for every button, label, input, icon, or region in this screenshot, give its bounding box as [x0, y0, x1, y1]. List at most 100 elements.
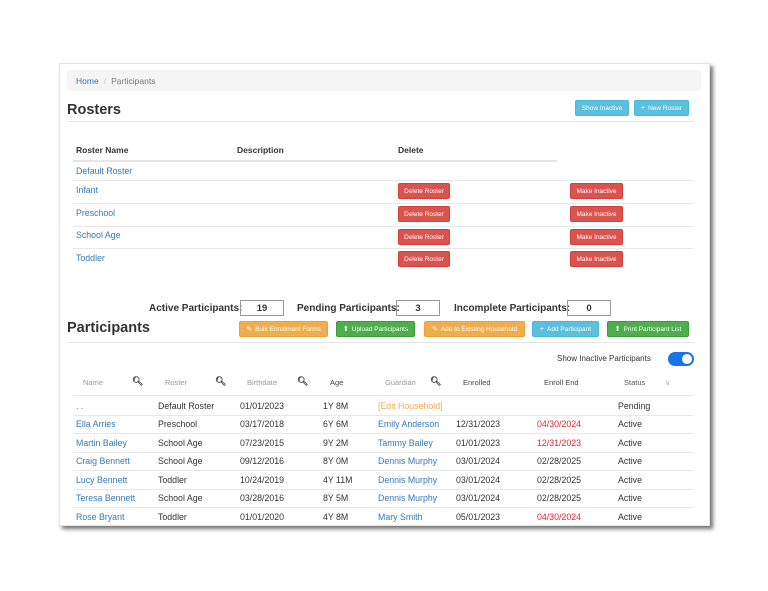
participant-status: Active: [618, 456, 642, 466]
participant-age: 4Y 11M: [323, 475, 353, 485]
participant-roster: Preschool: [158, 419, 198, 429]
participant-birthdate: 10/24/2019: [240, 475, 285, 485]
row-divider: [73, 470, 694, 471]
name-search-icon[interactable]: 🔍︎: [132, 376, 143, 387]
roster-link[interactable]: Default Roster: [76, 166, 132, 176]
make-inactive-button[interactable]: Make Inactive: [570, 206, 623, 222]
participant-status: Active: [618, 419, 642, 429]
roster-link[interactable]: Toddler: [76, 253, 105, 263]
guardian-search-icon[interactable]: 🔍︎: [430, 376, 441, 387]
make-inactive-button[interactable]: Make Inactive: [570, 183, 623, 199]
guardian-link[interactable]: Emily Anderson: [378, 419, 439, 429]
active-participants-label: Active Participants:: [149, 303, 243, 314]
participant-status: Pending: [618, 401, 651, 411]
participant-name-link[interactable]: Lucy Bennett: [76, 475, 127, 485]
bulk-enrollment-forms-button[interactable]: ✎ Bulk Enrollment Forms: [239, 321, 328, 337]
make-inactive-label: Make Inactive: [576, 210, 617, 218]
enroll-end-column-header[interactable]: Enroll End: [544, 378, 579, 387]
row-divider: [73, 452, 694, 453]
participant-name-link[interactable]: Teresa Bennett: [76, 493, 135, 503]
row-divider: [73, 226, 694, 227]
guardian-link[interactable]: Dennis Murphy: [378, 456, 437, 466]
roster-link[interactable]: Preschool: [76, 208, 115, 218]
participant-status: Active: [618, 512, 642, 522]
roster-link[interactable]: School Age: [76, 230, 121, 240]
participant-age: 6Y 6M: [323, 419, 349, 429]
participant-enrolled: 01/01/2023: [456, 438, 501, 448]
make-inactive-label: Make Inactive: [576, 187, 617, 195]
print-icon: ⬆: [614, 326, 621, 333]
row-divider: [73, 489, 694, 490]
roster-search-icon[interactable]: 🔍︎: [215, 376, 226, 387]
rosters-title: Rosters: [67, 102, 121, 118]
bulk-enrollment-label: Bulk Enrollment Forms: [255, 325, 321, 333]
incomplete-participants-label: Incomplete Participants:: [454, 303, 571, 314]
guardian-link[interactable]: Dennis Murphy: [378, 493, 437, 503]
roster-column-header[interactable]: Roster: [165, 378, 187, 387]
make-inactive-button[interactable]: Make Inactive: [570, 229, 623, 245]
upload-participants-button[interactable]: ⬆ Upload Participants: [336, 321, 415, 337]
make-inactive-label: Make Inactive: [576, 233, 617, 241]
participant-name-link[interactable]: Ella Arries: [76, 419, 116, 429]
participant-name-link[interactable]: Martin Bailey: [76, 438, 127, 448]
make-inactive-label: Make Inactive: [576, 255, 617, 263]
guardian-column-header[interactable]: Guardian: [385, 378, 416, 387]
status-column-header[interactable]: Status: [624, 378, 645, 387]
table-header-line: [73, 395, 694, 396]
age-column-header[interactable]: Age: [330, 378, 343, 387]
participant-enroll-end: 02/28/2025: [537, 493, 582, 503]
row-divider: [73, 415, 694, 416]
pending-participants-label: Pending Participants:: [297, 303, 400, 314]
show-inactive-rosters-button[interactable]: Show Inactive: [575, 100, 629, 116]
participants-title: Participants: [67, 320, 150, 336]
guardian-link[interactable]: Mary Smith: [378, 512, 422, 522]
participant-roster: Toddler: [158, 475, 187, 485]
breadcrumb-current: Participants: [111, 75, 156, 86]
delete-roster-button[interactable]: Delete Roster: [398, 206, 450, 222]
upload-icon: ⬆: [342, 326, 349, 333]
breadcrumb-separator: /: [103, 75, 107, 86]
participant-name-link[interactable]: . .: [76, 401, 83, 411]
participant-age: 9Y 2M: [323, 438, 349, 448]
participant-age: 1Y 8M: [323, 401, 349, 411]
row-divider: [73, 203, 694, 204]
delete-roster-button[interactable]: Delete Roster: [398, 183, 450, 199]
participant-enrolled: 03/01/2024: [456, 456, 501, 466]
participant-enrolled: 12/31/2023: [456, 419, 501, 429]
upload-participants-label: Upload Participants: [351, 325, 409, 333]
add-participant-button[interactable]: + Add Participant: [532, 321, 599, 337]
participant-enroll-end: 12/31/2023: [537, 438, 582, 448]
add-participant-label: Add Participant: [547, 325, 592, 333]
roster-description-header: Description: [237, 145, 284, 155]
edit-household-link[interactable]: [Edit Household]: [378, 401, 443, 411]
add-to-existing-household-button[interactable]: ✎ Add to Existing Household: [424, 321, 525, 337]
participant-birthdate: 03/17/2018: [240, 419, 285, 429]
delete-roster-button[interactable]: Delete Roster: [398, 229, 450, 245]
make-inactive-button[interactable]: Make Inactive: [570, 251, 623, 267]
participant-name-link[interactable]: Craig Bennett: [76, 456, 130, 466]
active-participants-count: 19: [240, 300, 284, 316]
guardian-link[interactable]: Tammy Bailey: [378, 438, 433, 448]
participant-enrolled: 03/01/2024: [456, 493, 501, 503]
new-roster-button[interactable]: + New Roster: [634, 100, 689, 116]
show-inactive-label: Show Inactive: [581, 104, 623, 112]
participant-birthdate: 03/28/2016: [240, 493, 285, 503]
print-participant-list-button[interactable]: ⬆ Print Participant List: [607, 321, 689, 337]
name-column-header[interactable]: Name: [83, 378, 103, 387]
row-divider: [73, 180, 694, 181]
show-inactive-participants-toggle[interactable]: [668, 352, 694, 366]
participant-roster: Default Roster: [158, 401, 215, 411]
guardian-link[interactable]: Dennis Murphy: [378, 475, 437, 485]
participant-name-link[interactable]: Rose Bryant: [76, 512, 124, 522]
breadcrumb-home-link[interactable]: Home: [76, 76, 99, 86]
participant-birthdate: 01/01/2020: [240, 512, 285, 522]
participants-divider: [67, 342, 694, 343]
birthdate-column-header[interactable]: Birthdate: [247, 378, 277, 387]
roster-link[interactable]: Infant: [76, 185, 98, 195]
delete-roster-button[interactable]: Delete Roster: [398, 251, 450, 267]
participant-status: Active: [618, 438, 642, 448]
participant-age: 8Y 0M: [323, 456, 349, 466]
status-filter-chevron-icon[interactable]: ∨: [665, 378, 671, 387]
birthdate-search-icon[interactable]: 🔍︎: [297, 376, 308, 387]
enrolled-column-header[interactable]: Enrolled: [463, 378, 491, 387]
